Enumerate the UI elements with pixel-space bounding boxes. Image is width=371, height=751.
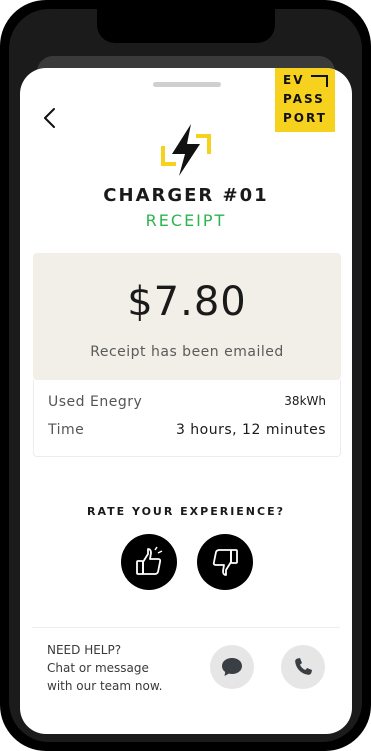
- receipt-details: Used Enegry 38kWh Time 3 hours, 12 minut…: [33, 380, 341, 457]
- thumbs-up-button[interactable]: [121, 534, 177, 590]
- call-button[interactable]: [281, 645, 325, 689]
- chat-bubble-icon: [222, 658, 242, 676]
- phone-icon: [295, 658, 312, 675]
- detail-row-time: Time 3 hours, 12 minutes: [48, 422, 326, 442]
- thumbs-down-button[interactable]: [197, 534, 253, 590]
- back-button[interactable]: [40, 106, 60, 130]
- chat-button[interactable]: [210, 645, 254, 689]
- charger-title: CHARGER #01: [103, 185, 269, 206]
- help-line-3: with our team now.: [47, 679, 163, 693]
- back-icon: [44, 108, 55, 128]
- time-value: 3 hours, 12 minutes: [175, 422, 326, 438]
- sheet-drag-handle[interactable]: [153, 82, 221, 87]
- rate-prompt: RATE YOUR EXPERIENCE?: [87, 505, 285, 518]
- email-status: Receipt has been emailed: [90, 344, 284, 360]
- receipt-subtitle: RECEIPT: [145, 211, 227, 230]
- thumbs-up-icon: [136, 546, 163, 575]
- phone-notch: [97, 9, 275, 43]
- help-divider: [32, 627, 340, 628]
- detail-row-energy: Used Enegry 38kWh: [48, 394, 326, 414]
- amount-total: $7.80: [127, 279, 247, 325]
- logo-line-1: EV: [283, 73, 305, 87]
- thumbs-down-icon: [212, 549, 238, 576]
- receipt-sheet: EV PASS PORT CHARGER #01 RECEIPT $7.80 R…: [20, 68, 352, 734]
- energy-value: 38kWh: [284, 394, 326, 408]
- help-text: NEED HELP? Chat or message with our team…: [47, 641, 187, 695]
- logo-line-3: PORT: [283, 111, 327, 125]
- phone-frame: EV PASS PORT CHARGER #01 RECEIPT $7.80 R…: [0, 0, 371, 751]
- logo-line-2: PASS: [283, 92, 325, 106]
- lightning-bolt-icon: [161, 124, 211, 176]
- ev-passport-logo: EV PASS PORT: [275, 68, 335, 132]
- help-line-2: Chat or message: [47, 661, 149, 675]
- energy-label: Used Enegry: [48, 394, 143, 410]
- help-heading: NEED HELP?: [47, 643, 122, 657]
- amount-panel: $7.80 Receipt has been emailed: [33, 253, 341, 380]
- time-label: Time: [48, 422, 85, 438]
